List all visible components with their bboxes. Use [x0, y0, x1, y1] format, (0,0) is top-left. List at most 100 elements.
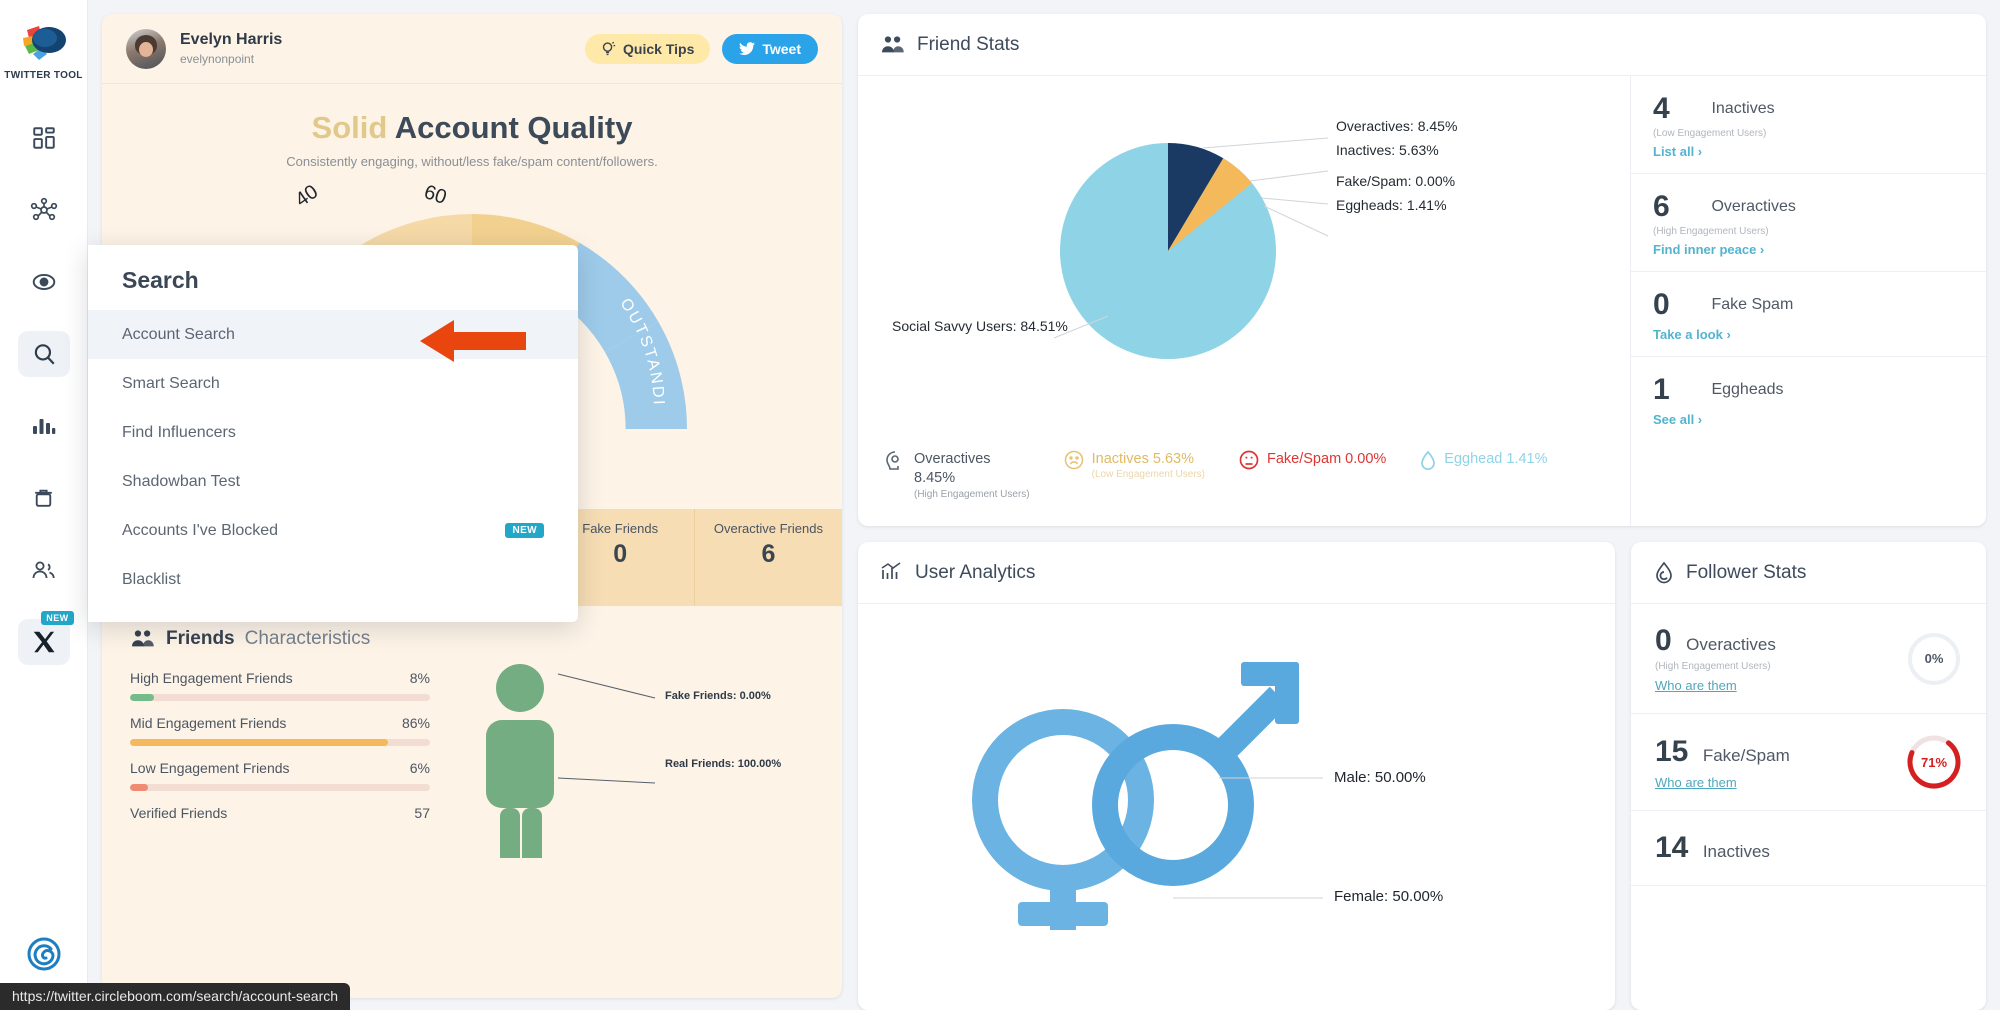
tile-fake-spam-link[interactable]: Take a look › — [1653, 327, 1964, 342]
header-actions: Quick Tips Tweet — [585, 33, 818, 64]
bar-label-low: Low Engagement Friends — [130, 759, 290, 776]
flyout-item-smart-search[interactable]: Smart Search — [88, 359, 578, 408]
status-bar-url: https://twitter.circleboom.com/search/ac… — [0, 983, 351, 1010]
tile-overactives-num: 6 — [1653, 190, 1670, 223]
twitter-bird-icon — [739, 41, 756, 55]
tile-fake-spam-num: 0 — [1653, 288, 1670, 321]
engagement-bars: High Engagement Friends 8% Mid Engagemen… — [130, 670, 430, 835]
tile-overactives-link[interactable]: Find inner peace › — [1653, 242, 1964, 257]
female-percentage-label: Female: 50.00% — [1334, 888, 1444, 905]
follower-overactives-link[interactable]: Who are them — [1655, 678, 1776, 693]
circleboom-logo-icon — [19, 16, 69, 64]
legend-fake-spam-name: Fake/Spam 0.00% — [1267, 450, 1387, 467]
friend-stats-header: Friend Stats — [858, 14, 1986, 76]
bar-track-low — [130, 783, 430, 791]
follower-fake-spam-pct: 71% — [1920, 754, 1948, 770]
tile-inactives-name: Inactives — [1711, 100, 1775, 117]
friend-stat-tile-overactives: 6 Overactives (High Engagement Users) Fi… — [1631, 174, 1986, 272]
follower-overactives-paren: (High Engagement Users) — [1655, 661, 1771, 672]
male-percentage-label: Male: 50.00% — [1334, 769, 1426, 786]
friends-characteristics-body: High Engagement Friends 8% Mid Engagemen… — [130, 663, 814, 858]
sidebar-item-analytics[interactable] — [18, 403, 70, 449]
sad-face-icon — [1064, 450, 1083, 470]
tile-inactives-link[interactable]: List all › — [1653, 144, 1964, 159]
tile-fake-spam-name: Fake Spam — [1711, 296, 1794, 313]
pie-label-eggheads: Eggheads: 1.41% — [1336, 197, 1447, 213]
sidebar-bottom[interactable] — [27, 937, 61, 976]
follower-stats-card: Follower Stats 0 Overactives (High Engag… — [1631, 542, 1986, 1010]
analytics-chart-icon — [881, 561, 901, 579]
sidebar-item-search[interactable] — [17, 331, 70, 377]
sidebar-nav: NEW — [0, 115, 87, 665]
tweet-button[interactable]: Tweet — [722, 33, 818, 64]
friends-characteristics-title: Friends Characteristics — [130, 628, 814, 650]
follower-stats-title: Follower Stats — [1686, 561, 1807, 583]
sidebar-item-cleanup[interactable] — [18, 475, 70, 521]
legend-overactives: Overactives 8.45% (High Engagement Users… — [884, 450, 1030, 500]
flyout-item-shadowban-test[interactable]: Shadowban Test — [88, 457, 578, 506]
lightbulb-icon — [602, 41, 616, 55]
fake-friends-label: Fake Friends: 0.00% — [665, 689, 771, 702]
flyout-item-find-influencers[interactable]: Find Influencers — [88, 408, 578, 457]
legend-overactives-paren: (High Engagement Users) — [914, 489, 1030, 500]
friend-stat-tile-eggheads: 1 Eggheads See all › — [1631, 357, 1986, 441]
legend-overactives-name: Overactives — [914, 450, 991, 467]
flyout-item-blacklist[interactable]: Blacklist — [88, 555, 578, 604]
bar-row-verified-friends: Verified Friends 57 — [130, 805, 430, 821]
follower-overactives-donut: 0% — [1906, 631, 1962, 687]
follower-tile-inactives: 14 Inactives — [1631, 811, 1986, 886]
tile-eggheads-link[interactable]: See all › — [1653, 412, 1964, 427]
bar-track-mid — [130, 738, 430, 746]
bar-fill-mid — [130, 738, 388, 746]
friends-characteristics: Friends Characteristics High Engagement … — [102, 606, 842, 858]
stats-column: Friend Stats Overactives: 8.45% Inactive… — [858, 14, 1986, 1010]
real-friends-label: Real Friends: 100.00% — [665, 757, 782, 770]
stat-cell-overactive-friends: Overactive Friends 6 — [695, 509, 842, 606]
follower-fake-spam-link[interactable]: Who are them — [1655, 775, 1790, 790]
sidebar-item-audience[interactable] — [18, 547, 70, 593]
circleboom-spiral-icon — [27, 937, 60, 971]
friends-group-icon — [882, 35, 904, 52]
legend-overactives-value: 8.45% — [914, 470, 956, 487]
quick-tips-button[interactable]: Quick Tips — [585, 33, 711, 64]
app-root: TWITTER TOOL NEW Evelyn Harris evelynonp… — [0, 0, 2000, 1010]
friend-stats-pie-chart: Overactives: 8.45% Inactives: 5.63% Fake… — [858, 76, 1631, 526]
bar-value-mid: 86% — [401, 714, 430, 731]
sidebar-item-network[interactable] — [18, 187, 70, 233]
follower-overactives-pct: 0% — [1924, 651, 1944, 666]
bar-fill-low — [130, 783, 148, 791]
tile-overactives-paren: (High Engagement Users) — [1653, 226, 1769, 237]
follower-fake-spam-name: Fake/Spam — [1702, 745, 1790, 765]
follower-overactives-num: 0 — [1655, 624, 1672, 657]
legend-inactives: Inactives 5.63% (Low Engagement Users) — [1064, 450, 1205, 480]
bottom-row: User Analytics Male: 50.00% Female: 50.0… — [858, 542, 1986, 1010]
tile-inactives-num: 4 — [1653, 92, 1670, 125]
egg-icon — [1421, 450, 1436, 470]
tile-eggheads-name: Eggheads — [1711, 381, 1784, 398]
search-flyout-title: Search — [122, 267, 199, 293]
flyout-item-accounts-ive-blocked-label: Accounts I've Blocked — [122, 521, 279, 539]
friend-stats-card: Friend Stats Overactives: 8.45% Inactive… — [858, 14, 1986, 526]
follower-tile-fake-spam: 15 Fake/Spam Who are them 71% — [1631, 714, 1986, 811]
sidebar-item-x-platform[interactable]: NEW — [17, 611, 74, 665]
follower-stats-header: Follower Stats — [1631, 542, 1986, 604]
friends-figure: Fake Friends: 0.00% Real Friends: 100.00… — [430, 663, 814, 858]
bar-track-high — [130, 693, 430, 701]
pie-label-social-savvy: Social Savvy Users: 84.51% — [892, 318, 1068, 334]
sidebar-item-dashboard[interactable] — [18, 115, 70, 161]
bar-row-low-engagement: Low Engagement Friends 6% — [130, 760, 430, 791]
follower-inactives-num: 14 — [1655, 831, 1689, 864]
bar-label-high: High Engagement Friends — [130, 669, 293, 686]
legend-inactives-name: Inactives 5.63% — [1091, 450, 1194, 467]
friend-stats-legend: Overactives 8.45% (High Engagement Users… — [858, 440, 1574, 520]
sidebar-item-monitor[interactable] — [18, 259, 70, 305]
friends-characteristics-title-rest: Characteristics — [244, 627, 371, 649]
flyout-new-badge: NEW — [505, 523, 544, 538]
brand-label: TWITTER TOOL — [4, 70, 83, 81]
friends-group-icon — [132, 629, 154, 646]
flyout-item-accounts-ive-blocked[interactable]: Accounts I've Blocked NEW — [88, 506, 578, 555]
friend-stats-tiles: 4 Inactives (Low Engagement Users) List … — [1631, 76, 1986, 526]
pie-label-fake-spam: Fake/Spam: 0.00% — [1336, 173, 1456, 189]
user-analytics-card: User Analytics Male: 50.00% Female: 50.0… — [858, 542, 1615, 1010]
tweet-label: Tweet — [762, 40, 801, 57]
